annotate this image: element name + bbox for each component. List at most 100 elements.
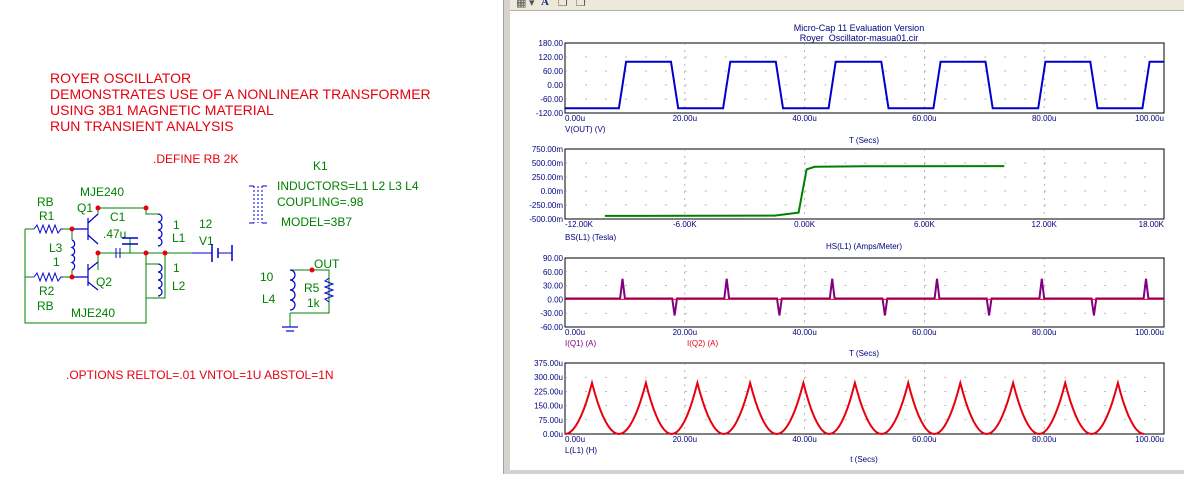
x-tick-label: 100.00u	[1135, 435, 1164, 444]
x-tick-label: 40.00u	[792, 328, 816, 337]
y-tick-label: -250.00m	[529, 201, 563, 210]
x-tick-label: 0.00u	[565, 435, 585, 444]
y-tick-label: 0.00	[547, 81, 563, 90]
rb1-label: RB	[37, 195, 54, 209]
chart-1: 0.00u 20.00u 40.00u 60.00u 80.00u 100.00u 180.…	[536, 39, 1165, 145]
x-axis-label: t (Secs)	[850, 455, 878, 464]
node-dot	[143, 205, 149, 211]
x-tick-label: 12.00K	[1032, 220, 1058, 229]
status-bar	[510, 470, 1184, 474]
q2-label: Q2	[96, 275, 112, 289]
node-dots	[69, 205, 315, 280]
node-dot	[309, 267, 315, 273]
y-tick-label: -120.00	[536, 109, 564, 118]
rb2-label: RB	[37, 299, 54, 313]
q1-part-label: MJE240	[80, 185, 124, 199]
chart-4: 0.00u 20.00u 40.00u 60.00u 80.00u 100.00u 375.…	[534, 359, 1165, 464]
r1-label: R1	[39, 209, 55, 223]
x-tick-label: 6.00K	[914, 220, 936, 229]
y-tick-label: -60.00	[540, 323, 563, 332]
c1-value: .47u	[103, 227, 126, 241]
trace-label: HS(L1) (Amps/Meter)	[826, 242, 902, 251]
node-dot	[95, 250, 101, 256]
y-tick-label: 500.00m	[532, 159, 563, 168]
node-dot	[69, 274, 75, 280]
x-axis-label: T (Secs)	[849, 349, 879, 358]
r5-value: 1k	[307, 296, 321, 310]
l4-value: 10	[260, 270, 274, 284]
transistor-icon	[72, 213, 99, 291]
x-tick-label: 80.00u	[1032, 114, 1056, 123]
y-tick-label: -60.00	[540, 95, 563, 104]
r2-label: R2	[39, 284, 55, 298]
x-tick-label: 0.00u	[565, 114, 585, 123]
x-tick-label: -12.00K	[565, 220, 594, 229]
y-tick-label: 30.00	[543, 282, 564, 291]
trace-label: L(L1) (H)	[565, 446, 597, 455]
k1-line: COUPLING=.98	[277, 195, 364, 209]
y-tick-label: 75.00u	[539, 416, 563, 425]
y-tick-label: -30.00	[540, 309, 563, 318]
out-node-label: OUT	[314, 257, 340, 271]
y-tick-label: 250.00m	[532, 173, 563, 182]
trace-label: V(OUT) (V)	[565, 125, 606, 134]
title-line: RUN TRANSIENT ANALYSIS	[50, 118, 234, 134]
x-tick-label: 20.00u	[673, 435, 697, 444]
y-tick-label: 90.00	[543, 254, 564, 263]
q1-label: Q1	[77, 201, 93, 215]
y-tick-label: 300.00u	[534, 373, 563, 382]
r5-label: R5	[304, 281, 320, 295]
x-tick-label: 60.00u	[912, 328, 936, 337]
y-tick-label: 60.00	[543, 67, 564, 76]
plot-frame	[564, 362, 1165, 435]
y-tick-label: 150.00u	[534, 402, 563, 411]
options-statement: .OPTIONS RELTOL=.01 VNTOL=1U ABSTOL=1N	[66, 368, 334, 382]
plot-file-name: Royer_Oscillator-masua01.cir	[800, 33, 919, 43]
x-tick-label: 80.00u	[1032, 435, 1056, 444]
x-tick-label: 40.00u	[792, 435, 816, 444]
q2-part-label: MJE240	[71, 306, 115, 320]
x-tick-label: -6.00K	[673, 220, 697, 229]
l4-label: L4	[262, 292, 276, 306]
y-tick-label: 0.00u	[543, 430, 563, 439]
trace-label: I(Q1) (A)	[565, 339, 596, 348]
x-tick-label: 40.00u	[792, 114, 816, 123]
plot-window-title: Micro-Cap 11 Evaluation Version	[794, 23, 924, 33]
k1-line: MODEL=3B7	[281, 215, 352, 229]
title-line: USING 3B1 MAGNETIC MATERIAL	[50, 102, 274, 118]
chart-3: 0.00u 20.00u 40.00u 60.00u 80.00u 100.00u 90.0…	[540, 242, 1165, 358]
node-dot	[69, 226, 75, 232]
y-tick-label: 0.00m	[541, 187, 564, 196]
plot-frame	[564, 42, 1165, 114]
x-tick-label: 60.00u	[912, 114, 936, 123]
y-tick-label: 750.00m	[532, 145, 563, 154]
define-statement: .DEFINE RB 2K	[153, 152, 238, 166]
y-tick-label: 375.00u	[534, 359, 563, 368]
node-dot	[143, 250, 149, 256]
l2-label: L2	[172, 279, 186, 293]
l1-value: 1	[173, 218, 180, 232]
x-tick-label: 100.00u	[1135, 114, 1164, 123]
title-line: DEMONSTRATES USE OF A NONLINEAR TRANSFOR…	[50, 86, 431, 102]
x-tick-label: 60.00u	[912, 435, 936, 444]
v1-value: 12	[199, 217, 213, 231]
plot-canvas: Micro-Cap 11 Evaluation Version Royer_Os…	[529, 23, 1165, 464]
schematic-panel: ROYER OSCILLATOR DEMONSTRATES USE OF A N…	[0, 0, 503, 474]
capacitor-icon	[115, 237, 138, 258]
x-tick-label: 80.00u	[1032, 328, 1056, 337]
battery-icon	[192, 244, 233, 262]
l3-label: L3	[49, 241, 63, 255]
plot-frame	[564, 148, 1165, 220]
x-tick-label: 0.00K	[794, 220, 816, 229]
x-tick-label: 0.00u	[565, 328, 585, 337]
y-tick-label: 120.00	[539, 53, 564, 62]
l3-value: 1	[53, 255, 60, 269]
x-axis-label: T (Secs)	[849, 136, 879, 145]
k1-line: INDUCTORS=L1 L2 L3 L4	[277, 179, 419, 193]
c1-label: C1	[110, 210, 126, 224]
y-tick-label: -500.00m	[529, 215, 563, 224]
l1-label: L1	[172, 231, 186, 245]
title-line: ROYER OSCILLATOR	[50, 70, 191, 86]
node-dot	[95, 205, 101, 211]
schematic-drawing: ROYER OSCILLATOR DEMONSTRATES USE OF A N…	[24, 70, 431, 382]
